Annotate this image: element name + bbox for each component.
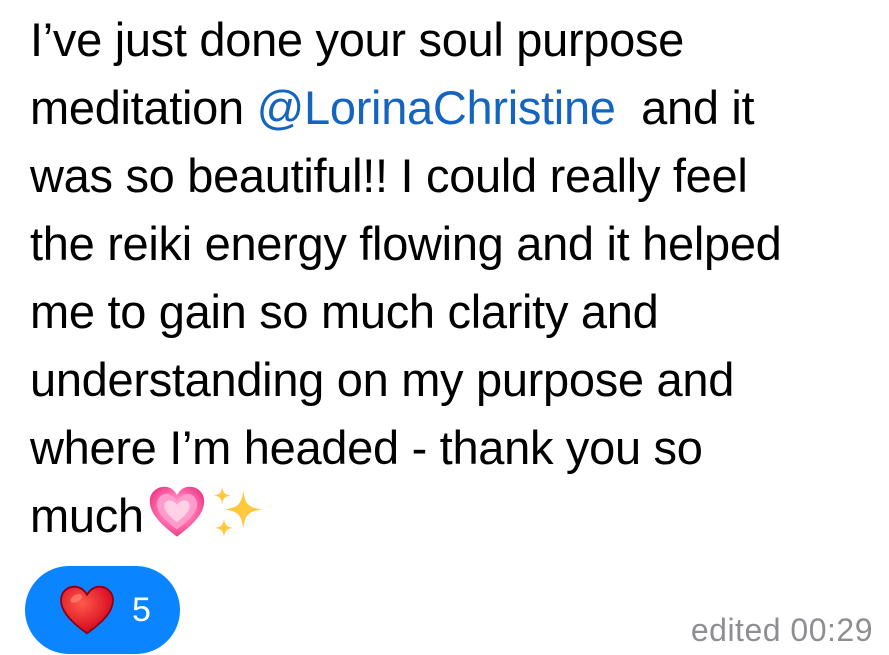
message-line: was so beautiful!! I could really feel <box>30 142 880 210</box>
edited-timestamp: edited 00:29 <box>690 612 873 648</box>
heart-icon <box>60 585 114 635</box>
message-line-text: and it <box>615 81 755 134</box>
message-line-text: I’ve just done your soul purpose <box>30 13 685 66</box>
message-line: where I’m headed - thank you so <box>30 414 880 482</box>
message-line-text: understanding on my purpose and <box>30 353 735 406</box>
message-line: understanding on my purpose and <box>30 346 880 414</box>
message-line: much <box>30 482 880 550</box>
message-line: I’ve just done your soul purpose <box>30 6 880 74</box>
message-line: meditation @LorinaChristine and it <box>30 74 880 142</box>
message-line-text: me to gain so much clarity and <box>30 285 659 338</box>
message-line-text: much <box>30 489 144 542</box>
message-line-text: where I’m headed - thank you so <box>30 421 703 474</box>
reaction-count: 5 <box>132 590 151 629</box>
heart-reaction-button[interactable]: 5 <box>25 566 180 654</box>
message-line-text: the reiki energy flowing and it helped <box>30 217 782 270</box>
message-text: I’ve just done your soul purpose meditat… <box>30 6 880 550</box>
sparkles-icon <box>213 486 263 538</box>
message-line-text: was so beautiful!! I could really feel <box>30 149 748 202</box>
message-line: the reiki energy flowing and it helped <box>30 210 880 278</box>
message-line: me to gain so much clarity and <box>30 278 880 346</box>
message-line-text: meditation <box>30 81 257 134</box>
user-mention-link[interactable]: @LorinaChristine <box>257 81 616 134</box>
growing-heart-icon <box>149 486 204 537</box>
